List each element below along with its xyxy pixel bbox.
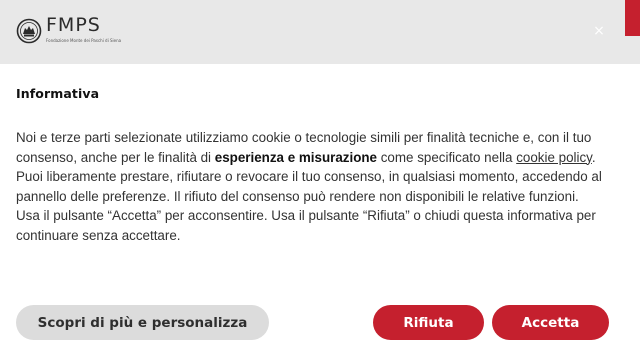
fmps-emblem-icon [16, 18, 42, 44]
customize-button[interactable]: Scopri di più e personalizza [16, 305, 269, 340]
cookie-banner: Informativa Noi e terze parti selezionat… [0, 64, 640, 341]
consent-text-middle: come specificato nella [377, 149, 517, 165]
cookie-policy-link[interactable]: cookie policy [516, 150, 592, 165]
fmps-logo[interactable]: FMPS Fondazione Monte dei Paschi di Sien… [16, 14, 121, 50]
page: FMPS Fondazione Monte dei Paschi di Sien… [0, 0, 640, 341]
banner-title: Informativa [16, 86, 100, 101]
reject-button[interactable]: Rifiuta [373, 305, 484, 340]
accept-button[interactable]: Accetta [492, 305, 609, 340]
logo-subtitle: Fondazione Monte dei Paschi di Siena [46, 38, 122, 43]
brand-accent-strip [625, 0, 640, 36]
banner-paragraph-buttons: Usa il pulsante “Accetta” per acconsenti… [16, 208, 596, 243]
banner-paragraph-preferences: Puoi liberamente prestare, rifiutare o r… [16, 169, 602, 204]
site-header: FMPS Fondazione Monte dei Paschi di Sien… [0, 0, 640, 64]
logo-text-block: FMPS Fondazione Monte dei Paschi di Sien… [46, 14, 121, 44]
banner-paragraph-consent: Noi e terze parti selezionate utilizziam… [16, 128, 616, 167]
consent-text-end: . [591, 149, 596, 165]
banner-text: Noi e terze parti selezionate utilizziam… [16, 128, 616, 246]
close-icon[interactable]: × [592, 24, 606, 38]
consent-purposes-bold: esperienza e misurazione [214, 149, 378, 165]
logo-wordmark: FMPS [46, 14, 101, 36]
